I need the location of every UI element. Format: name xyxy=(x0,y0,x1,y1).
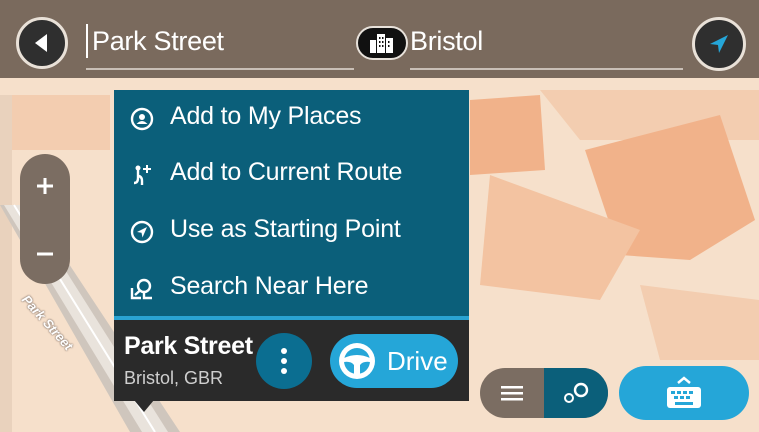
menu-item-add-to-current-route[interactable]: Add to Current Route xyxy=(114,146,469,202)
location-menu: Add to My Places Add to Current Route Us… xyxy=(114,90,469,316)
menu-item-label: Use as Starting Point xyxy=(170,215,401,243)
starting-point-icon xyxy=(128,218,156,246)
drive-button[interactable]: Drive xyxy=(330,334,458,388)
view-toggle xyxy=(480,368,608,418)
search-bar: Park Street Bristol xyxy=(0,0,759,78)
search-near-icon xyxy=(128,275,156,303)
location-card: Park Street Bristol, GBR Drive xyxy=(114,320,469,401)
minus-icon xyxy=(37,252,53,256)
city-search-input[interactable]: Bristol xyxy=(410,14,683,70)
navigation-arrow-icon xyxy=(710,35,728,53)
list-view-button[interactable] xyxy=(480,368,544,418)
my-places-icon xyxy=(128,105,156,133)
keyboard-icon xyxy=(667,376,701,408)
drive-label: Drive xyxy=(387,346,448,376)
back-arrow-icon xyxy=(35,34,47,52)
menu-item-label: Add to My Places xyxy=(170,102,362,130)
location-subtitle: Bristol, GBR xyxy=(124,368,224,388)
text-cursor xyxy=(86,24,88,58)
menu-item-search-near-here[interactable]: Search Near Here xyxy=(114,260,469,316)
menu-item-add-to-my-places[interactable]: Add to My Places xyxy=(114,90,469,146)
plus-icon xyxy=(37,178,53,194)
more-options-button[interactable] xyxy=(256,333,312,389)
location-title: Park Street xyxy=(124,332,253,360)
map-pins-icon xyxy=(564,382,589,403)
list-icon xyxy=(501,386,523,401)
map-view-button[interactable] xyxy=(544,368,608,418)
menu-item-label: Search Near Here xyxy=(170,272,369,300)
city-button[interactable] xyxy=(356,26,408,60)
city-search-value: Bristol xyxy=(410,25,483,56)
zoom-out-button[interactable] xyxy=(20,224,70,284)
city-buildings-icon xyxy=(370,34,393,53)
street-search-value: Park Street xyxy=(92,25,224,56)
more-vertical-icon xyxy=(281,348,287,374)
add-to-route-icon xyxy=(128,161,156,189)
steering-wheel-icon xyxy=(339,343,375,379)
zoom-control xyxy=(20,154,70,284)
menu-item-label: Add to Current Route xyxy=(170,158,403,186)
popup-pointer xyxy=(134,400,154,412)
street-search-input[interactable]: Park Street xyxy=(86,14,354,70)
navigate-button[interactable] xyxy=(692,17,746,71)
location-popup: Add to My Places Add to Current Route Us… xyxy=(114,90,469,401)
menu-item-use-as-starting-point[interactable]: Use as Starting Point xyxy=(114,203,469,259)
zoom-in-button[interactable] xyxy=(20,156,70,216)
keyboard-button[interactable] xyxy=(619,366,749,420)
back-button[interactable] xyxy=(16,17,68,69)
